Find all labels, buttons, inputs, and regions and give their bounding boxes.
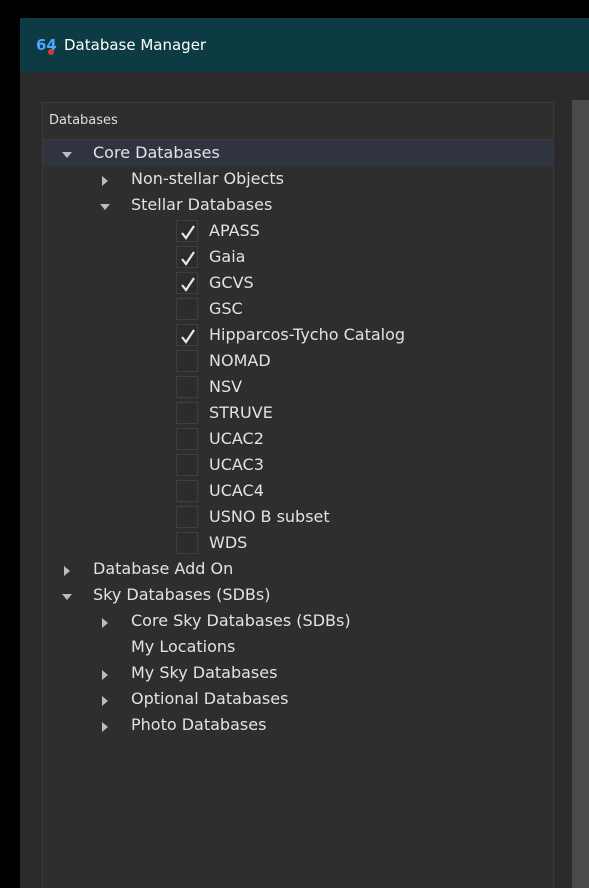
tree-item-label: Gaia	[209, 247, 246, 266]
tree-item[interactable]: NOMAD	[43, 348, 553, 374]
expanded-caret-icon[interactable]	[99, 198, 111, 210]
databases-panel-header: Databases	[43, 103, 553, 140]
database-checkbox[interactable]	[176, 480, 198, 502]
checkmark-icon	[181, 277, 195, 292]
tree-item-label: My Sky Databases	[131, 663, 278, 682]
database-checkbox[interactable]	[176, 246, 198, 268]
tree-item-label: Photo Databases	[131, 715, 267, 734]
tree-item-label: Database Add On	[93, 559, 234, 578]
app-icon: 64	[36, 35, 58, 55]
tree-item-label: WDS	[209, 533, 248, 552]
tree-item-label: Hipparcos-Tycho Catalog	[209, 325, 406, 344]
tree-item[interactable]: Core Sky Databases (SDBs)	[43, 608, 553, 634]
tree-item[interactable]: Stellar Databases	[43, 192, 553, 218]
tree-item-label: USNO B subset	[209, 507, 330, 526]
database-checkbox[interactable]	[176, 454, 198, 476]
collapsed-caret-icon[interactable]	[99, 614, 111, 628]
database-checkbox[interactable]	[176, 376, 198, 398]
collapsed-caret-icon[interactable]	[99, 666, 111, 680]
tree-item[interactable]: GCVS	[43, 270, 553, 296]
tree-item-label: Sky Databases (SDBs)	[93, 585, 271, 604]
database-checkbox[interactable]	[176, 272, 198, 294]
tree-item[interactable]: Non-stellar Objects	[43, 166, 553, 192]
tree-item[interactable]: NSV	[43, 374, 553, 400]
checkmark-icon	[181, 225, 195, 240]
database-checkbox[interactable]	[176, 324, 198, 346]
tree-item-label: Stellar Databases	[131, 195, 273, 214]
tree-item[interactable]: Database Add On	[43, 556, 553, 582]
tree-item-label: APASS	[209, 221, 260, 240]
databases-panel: Databases Core Databases Non-stellar Obje…	[42, 102, 554, 888]
tree-item[interactable]: Hipparcos-Tycho Catalog	[43, 322, 553, 348]
collapsed-caret-icon[interactable]	[99, 172, 111, 186]
database-checkbox[interactable]	[176, 298, 198, 320]
collapsed-caret-icon[interactable]	[99, 692, 111, 706]
checkmark-icon	[181, 329, 195, 344]
database-checkbox[interactable]	[176, 402, 198, 424]
tree-item-label: Core Databases	[93, 143, 220, 162]
title-bar[interactable]: 64 Database Manager	[20, 18, 589, 72]
tree-item-label: NSV	[209, 377, 243, 396]
tree-item[interactable]: My Locations	[43, 634, 553, 660]
expanded-caret-icon[interactable]	[61, 146, 73, 158]
tree-item-label: GSC	[209, 299, 243, 318]
collapsed-caret-icon[interactable]	[99, 718, 111, 732]
tree-item[interactable]: Gaia	[43, 244, 553, 270]
panel-title: Databases	[49, 113, 118, 128]
tree-item[interactable]: Optional Databases	[43, 686, 553, 712]
tree-item-label: STRUVE	[209, 403, 273, 422]
expanded-caret-icon[interactable]	[61, 588, 73, 600]
tree-item-label: Non-stellar Objects	[131, 169, 284, 188]
tree-item-label: GCVS	[209, 273, 254, 292]
tree-item[interactable]: UCAC3	[43, 452, 553, 478]
tree-item-label: Core Sky Databases (SDBs)	[131, 611, 351, 630]
database-manager-window: 64 Database Manager Databases Core Datab…	[20, 18, 589, 888]
tree-item[interactable]: Sky Databases (SDBs)	[43, 582, 553, 608]
tree-item[interactable]: My Sky Databases	[43, 660, 553, 686]
tree-item-label: UCAC4	[209, 481, 264, 500]
tree-item-label: UCAC2	[209, 429, 264, 448]
toolbar-area	[20, 72, 589, 102]
tree-item[interactable]: Photo Databases	[43, 712, 553, 738]
tree-item[interactable]: UCAC4	[43, 478, 553, 504]
window-title: Database Manager	[64, 36, 207, 54]
tree-item-label: My Locations	[131, 637, 236, 656]
tree-item[interactable]: USNO B subset	[43, 504, 553, 530]
tree-item-label: NOMAD	[209, 351, 271, 370]
tree-item[interactable]: WDS	[43, 530, 553, 556]
database-checkbox[interactable]	[176, 506, 198, 528]
tree-item[interactable]: APASS	[43, 218, 553, 244]
right-pane-edge	[572, 100, 589, 888]
database-checkbox[interactable]	[176, 350, 198, 372]
tree-item-label: Optional Databases	[131, 689, 289, 708]
tree-item[interactable]: UCAC2	[43, 426, 553, 452]
app-icon-dot	[48, 49, 54, 55]
tree-item-label: UCAC3	[209, 455, 264, 474]
database-checkbox[interactable]	[176, 428, 198, 450]
tree-item[interactable]: STRUVE	[43, 400, 553, 426]
collapsed-caret-icon[interactable]	[61, 562, 73, 576]
checkmark-icon	[181, 251, 195, 266]
database-checkbox[interactable]	[176, 220, 198, 242]
database-checkbox[interactable]	[176, 532, 198, 554]
tree-item[interactable]: Core Databases	[43, 140, 553, 166]
tree-item[interactable]: GSC	[43, 296, 553, 322]
